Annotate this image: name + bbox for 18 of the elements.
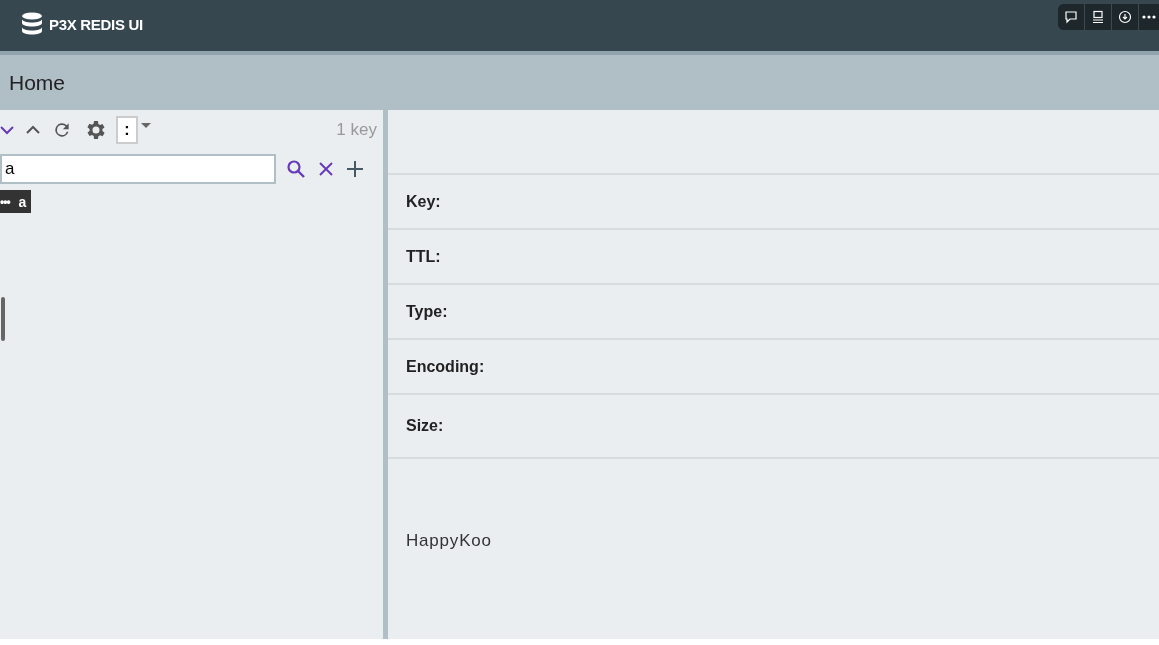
- detail-label: Size:: [406, 417, 444, 435]
- detail-label: Type:: [406, 302, 448, 321]
- detail-label: Key:: [406, 192, 441, 211]
- tree-item-label: a: [18, 193, 27, 210]
- breadcrumb-home[interactable]: Home: [9, 70, 66, 95]
- caret-icon[interactable]: [141, 123, 151, 129]
- tree-item[interactable]: ••• a: [0, 190, 32, 213]
- detail-label: Encoding:: [406, 357, 485, 376]
- dots-label: •••: [0, 194, 10, 209]
- search-field[interactable]: a: [0, 154, 276, 184]
- scrollbar-thumb[interactable]: [1, 297, 5, 341]
- database-icon: [21, 12, 43, 36]
- separator-field[interactable]: :: [116, 116, 138, 144]
- footer-text: HappyKoo: [406, 531, 492, 550]
- detail-label: TTL:: [406, 247, 441, 266]
- chat-icon[interactable]: [1058, 4, 1085, 30]
- app-title: P3X REDIS UI: [49, 15, 143, 33]
- key-count: 1 key: [336, 120, 377, 140]
